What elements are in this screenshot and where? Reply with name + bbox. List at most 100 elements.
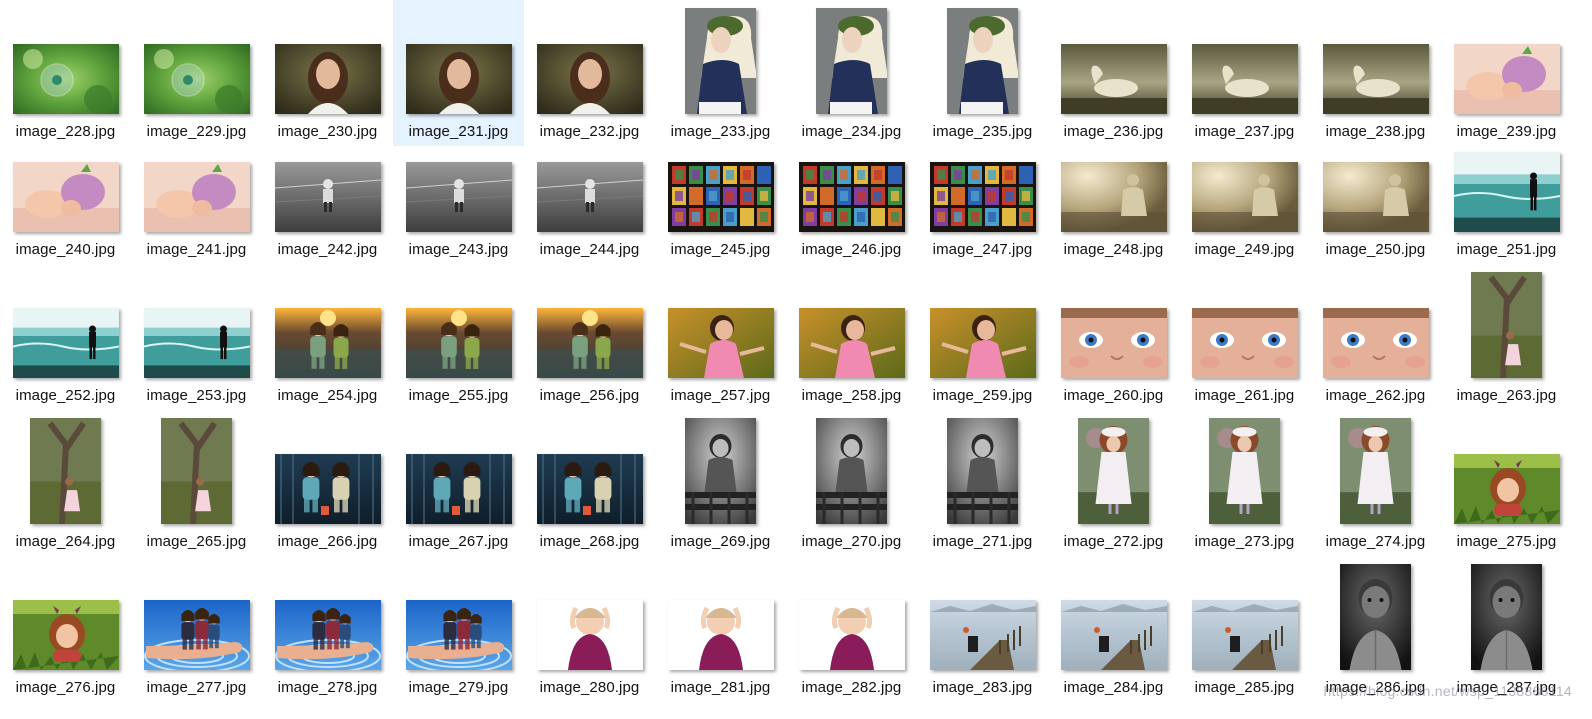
file-item[interactable]: image_284.jpg xyxy=(1048,556,1179,702)
thumbnail-image[interactable] xyxy=(274,454,381,524)
file-item[interactable]: image_260.jpg xyxy=(1048,264,1179,410)
thumbnail-image[interactable] xyxy=(1060,44,1167,114)
thumbnail-image[interactable] xyxy=(1453,152,1560,232)
thumbnail-image[interactable] xyxy=(161,418,232,524)
thumbnail-image[interactable] xyxy=(405,454,512,524)
file-item[interactable]: image_267.jpg xyxy=(393,410,524,556)
thumbnail-image[interactable] xyxy=(1191,600,1298,670)
thumbnail-image[interactable] xyxy=(30,418,101,524)
file-item[interactable]: image_273.jpg xyxy=(1179,410,1310,556)
thumbnail-image[interactable] xyxy=(1060,308,1167,378)
file-item[interactable]: image_254.jpg xyxy=(262,264,393,410)
thumbnail-image[interactable] xyxy=(274,308,381,378)
file-item[interactable]: image_270.jpg xyxy=(786,410,917,556)
thumbnail-image[interactable] xyxy=(947,418,1018,524)
thumbnail-image[interactable] xyxy=(685,418,756,524)
file-item[interactable]: image_245.jpg xyxy=(655,118,786,264)
thumbnail-image[interactable] xyxy=(1191,44,1298,114)
thumbnail-image[interactable] xyxy=(12,600,119,670)
thumbnail-image[interactable] xyxy=(667,600,774,670)
file-item[interactable]: image_278.jpg xyxy=(262,556,393,702)
thumbnail-image[interactable] xyxy=(1471,564,1542,670)
file-item[interactable]: image_285.jpg xyxy=(1179,556,1310,702)
thumbnail-image[interactable] xyxy=(929,308,1036,378)
file-item[interactable]: image_247.jpg xyxy=(917,118,1048,264)
file-item[interactable]: image_242.jpg xyxy=(262,118,393,264)
file-item[interactable]: image_275.jpg xyxy=(1441,410,1572,556)
thumbnail-image[interactable] xyxy=(1322,162,1429,232)
thumbnail-image[interactable] xyxy=(1322,44,1429,114)
thumbnail-image[interactable] xyxy=(816,418,887,524)
file-item[interactable]: image_263.jpg xyxy=(1441,264,1572,410)
thumbnail-image[interactable] xyxy=(1471,272,1542,378)
file-item[interactable]: image_253.jpg xyxy=(131,264,262,410)
thumbnail-image[interactable] xyxy=(1340,418,1411,524)
file-item[interactable]: image_279.jpg xyxy=(393,556,524,702)
file-item[interactable]: image_243.jpg xyxy=(393,118,524,264)
thumbnail-image[interactable] xyxy=(12,308,119,378)
file-item[interactable]: image_283.jpg xyxy=(917,556,1048,702)
file-item[interactable]: image_252.jpg xyxy=(0,264,131,410)
file-item[interactable]: image_264.jpg xyxy=(0,410,131,556)
file-item[interactable]: image_286.jpg xyxy=(1310,556,1441,702)
thumbnail-image[interactable] xyxy=(667,308,774,378)
file-item[interactable]: image_261.jpg xyxy=(1179,264,1310,410)
thumbnail-image[interactable] xyxy=(274,600,381,670)
file-item[interactable]: image_240.jpg xyxy=(0,118,131,264)
file-item[interactable]: image_276.jpg xyxy=(0,556,131,702)
file-item[interactable]: image_258.jpg xyxy=(786,264,917,410)
thumbnail-image[interactable] xyxy=(536,44,643,114)
thumbnail-image[interactable] xyxy=(1453,44,1560,114)
thumbnail-image[interactable] xyxy=(798,600,905,670)
file-item[interactable]: image_241.jpg xyxy=(131,118,262,264)
thumbnail-image[interactable] xyxy=(143,600,250,670)
file-item[interactable]: image_262.jpg xyxy=(1310,264,1441,410)
thumbnail-image[interactable] xyxy=(12,44,119,114)
file-item[interactable]: image_274.jpg xyxy=(1310,410,1441,556)
thumbnail-image[interactable] xyxy=(1322,308,1429,378)
thumbnail-image[interactable] xyxy=(798,308,905,378)
file-item[interactable]: image_281.jpg xyxy=(655,556,786,702)
thumbnail-image[interactable] xyxy=(274,162,381,232)
thumbnail-image[interactable] xyxy=(143,162,250,232)
thumbnail-image[interactable] xyxy=(405,44,512,114)
thumbnail-image[interactable] xyxy=(1191,162,1298,232)
thumbnail-image[interactable] xyxy=(1209,418,1280,524)
file-item[interactable]: image_268.jpg xyxy=(524,410,655,556)
thumbnail-image[interactable] xyxy=(1453,454,1560,524)
file-item[interactable]: image_277.jpg xyxy=(131,556,262,702)
thumbnail-image[interactable] xyxy=(1340,564,1411,670)
thumbnail-image[interactable] xyxy=(143,44,250,114)
thumbnail-image[interactable] xyxy=(405,308,512,378)
thumbnail-image[interactable] xyxy=(947,8,1018,114)
thumbnail-image[interactable] xyxy=(143,308,250,378)
file-item[interactable]: image_246.jpg xyxy=(786,118,917,264)
file-item[interactable]: image_265.jpg xyxy=(131,410,262,556)
thumbnail-image[interactable] xyxy=(667,162,774,232)
file-item[interactable]: image_287.jpg xyxy=(1441,556,1572,702)
file-item[interactable]: image_280.jpg xyxy=(524,556,655,702)
file-item[interactable]: image_257.jpg xyxy=(655,264,786,410)
file-item[interactable]: image_256.jpg xyxy=(524,264,655,410)
thumbnail-image[interactable] xyxy=(12,162,119,232)
thumbnail-image[interactable] xyxy=(405,600,512,670)
file-item[interactable]: image_250.jpg xyxy=(1310,118,1441,264)
file-item[interactable]: image_282.jpg xyxy=(786,556,917,702)
thumbnail-image[interactable] xyxy=(274,44,381,114)
thumbnail-image[interactable] xyxy=(536,454,643,524)
thumbnail-image[interactable] xyxy=(685,8,756,114)
thumbnail-image[interactable] xyxy=(1060,162,1167,232)
thumbnail-image[interactable] xyxy=(929,162,1036,232)
file-item[interactable]: image_248.jpg xyxy=(1048,118,1179,264)
file-item[interactable]: image_259.jpg xyxy=(917,264,1048,410)
thumbnail-image[interactable] xyxy=(1191,308,1298,378)
file-item[interactable]: image_251.jpg xyxy=(1441,118,1572,264)
thumbnail-image[interactable] xyxy=(536,162,643,232)
thumbnail-image[interactable] xyxy=(929,600,1036,670)
file-item[interactable]: image_249.jpg xyxy=(1179,118,1310,264)
thumbnail-image[interactable] xyxy=(536,600,643,670)
file-item[interactable]: image_269.jpg xyxy=(655,410,786,556)
file-item[interactable]: image_266.jpg xyxy=(262,410,393,556)
file-item[interactable]: image_272.jpg xyxy=(1048,410,1179,556)
thumbnail-image[interactable] xyxy=(1060,600,1167,670)
